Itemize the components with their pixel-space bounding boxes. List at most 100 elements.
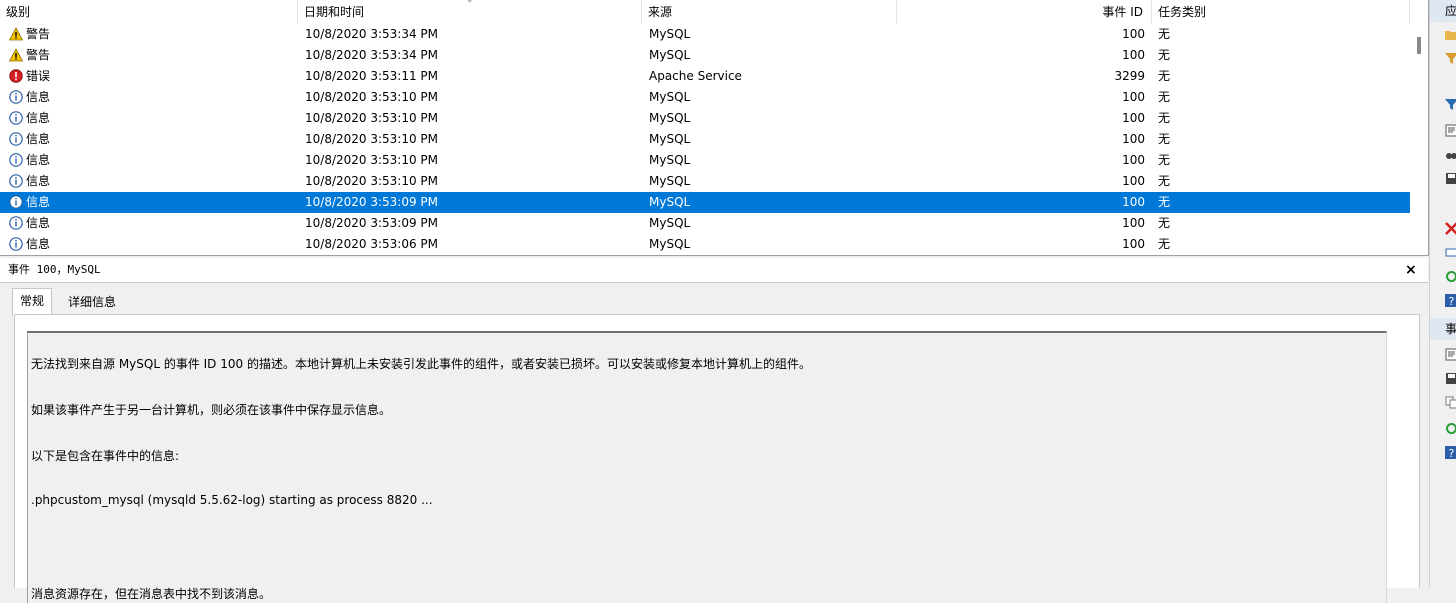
- task-cell: 无: [1158, 216, 1171, 230]
- datetime-cell: 10/8/2020 3:53:10 PM: [305, 90, 439, 104]
- table-row[interactable]: 信息 10/8/2020 3:53:10 PM MySQL 100 无: [0, 150, 1410, 171]
- level-cell: 信息: [9, 234, 289, 255]
- task-cell: 无: [1158, 132, 1171, 146]
- datetime-cell: 10/8/2020 3:53:34 PM: [305, 48, 439, 62]
- source-cell: MySQL: [649, 237, 691, 251]
- task-cell: 无: [1158, 90, 1171, 104]
- level-label: 信息: [26, 90, 51, 104]
- task-cell: 无: [1158, 48, 1171, 62]
- source-cell: MySQL: [649, 132, 691, 146]
- source-cell: MySQL: [649, 195, 691, 209]
- help-icon[interactable]: ?: [1445, 446, 1456, 459]
- datetime-cell: 10/8/2020 3:53:34 PM: [305, 27, 439, 41]
- source-cell: MySQL: [649, 27, 691, 41]
- task-cell: 无: [1158, 153, 1171, 167]
- column-header-source[interactable]: 来源: [642, 0, 897, 24]
- info-icon: [9, 90, 23, 104]
- warning-icon: [9, 48, 23, 62]
- level-cell: 信息: [9, 129, 289, 150]
- task-cell: 无: [1158, 111, 1171, 125]
- actions-pane: 应 ? 事 ?: [1429, 0, 1456, 587]
- actions-section-header: 应: [1430, 0, 1456, 22]
- find-icon[interactable]: [1445, 148, 1456, 161]
- table-row[interactable]: 警告 10/8/2020 3:53:34 PM MySQL 100 无: [0, 45, 1410, 66]
- event-id-cell: 100: [1122, 195, 1145, 209]
- level-cell: 错误: [9, 66, 289, 87]
- general-tab-panel: 无法找到来自源 MySQL 的事件 ID 100 的描述。本地计算机上未安装引发…: [14, 314, 1420, 603]
- refresh-icon[interactable]: [1445, 422, 1456, 435]
- error-icon: [9, 69, 23, 83]
- help-icon[interactable]: ?: [1445, 294, 1456, 307]
- table-row[interactable]: 信息 10/8/2020 3:53:09 PM MySQL 100 无: [0, 192, 1410, 213]
- level-cell: 警告: [9, 24, 289, 45]
- event-id-cell: 100: [1122, 174, 1145, 188]
- event-description-box[interactable]: 无法找到来自源 MySQL 的事件 ID 100 的描述。本地计算机上未安装引发…: [27, 331, 1387, 603]
- delete-icon[interactable]: [1445, 222, 1456, 235]
- level-label: 信息: [26, 174, 51, 188]
- close-icon[interactable]: ×: [1405, 258, 1417, 282]
- table-row[interactable]: 信息 10/8/2020 3:53:09 PM MySQL 100 无: [0, 213, 1410, 234]
- event-id-cell: 100: [1122, 90, 1145, 104]
- level-label: 信息: [26, 195, 51, 209]
- level-cell: 信息: [9, 87, 289, 108]
- event-id-cell: 100: [1122, 111, 1145, 125]
- save-event-icon[interactable]: [1445, 372, 1456, 385]
- event-rows: 警告 10/8/2020 3:53:34 PM MySQL 100 无 警告 10/8/20…: [0, 24, 1410, 255]
- rename-icon[interactable]: [1445, 246, 1456, 259]
- svg-text:?: ?: [1449, 447, 1455, 459]
- table-row[interactable]: 信息 10/8/2020 3:53:10 PM MySQL 100 无: [0, 87, 1410, 108]
- open-folder-icon[interactable]: [1445, 28, 1456, 41]
- task-cell: 无: [1158, 69, 1171, 83]
- datetime-cell: 10/8/2020 3:53:10 PM: [305, 174, 439, 188]
- table-row[interactable]: 信息 10/8/2020 3:53:10 PM MySQL 100 无: [0, 129, 1410, 150]
- event-id-cell: 100: [1122, 153, 1145, 167]
- table-row[interactable]: 信息 10/8/2020 3:53:10 PM MySQL 100 无: [0, 171, 1410, 192]
- column-header-task[interactable]: 任务类别: [1152, 0, 1410, 24]
- info-icon: [9, 174, 23, 188]
- column-header-event-id[interactable]: 事件 ID: [897, 0, 1152, 24]
- vertical-scrollbar[interactable]: [1410, 0, 1428, 255]
- event-id-cell: 100: [1122, 237, 1145, 251]
- level-cell: 信息: [9, 213, 289, 234]
- event-id-cell: 3299: [1114, 69, 1145, 83]
- level-cell: 警告: [9, 45, 289, 66]
- properties-icon[interactable]: [1445, 124, 1456, 137]
- table-row[interactable]: 错误 10/8/2020 3:53:11 PM Apache Service 3299…: [0, 66, 1410, 87]
- table-row[interactable]: 警告 10/8/2020 3:53:34 PM MySQL 100 无: [0, 24, 1410, 45]
- event-properties-icon[interactable]: [1445, 348, 1456, 361]
- event-list-header: 级别 日期和时间 ⌄ 来源 事件 ID 任务类别: [0, 0, 1410, 24]
- source-cell: Apache Service: [649, 69, 742, 83]
- source-cell: MySQL: [649, 48, 691, 62]
- tab-details[interactable]: 详细信息: [61, 290, 123, 314]
- level-cell: 信息: [9, 150, 289, 171]
- column-header-level[interactable]: 级别: [0, 0, 298, 24]
- filter-icon[interactable]: [1445, 98, 1456, 111]
- table-row[interactable]: 信息 10/8/2020 3:53:10 PM MySQL 100 无: [0, 108, 1410, 129]
- datetime-cell: 10/8/2020 3:53:06 PM: [305, 237, 439, 251]
- filter-icon[interactable]: [1445, 52, 1456, 65]
- event-actions-section-header: 事: [1430, 318, 1456, 340]
- scrollbar-thumb[interactable]: [1417, 37, 1421, 54]
- save-icon[interactable]: [1445, 172, 1456, 185]
- tab-general[interactable]: 常规: [12, 288, 53, 316]
- event-detail-titlebar: 事件 100，MySQL ×: [0, 258, 1428, 283]
- level-label: 信息: [26, 153, 51, 167]
- level-cell: 信息: [9, 171, 289, 192]
- level-cell: 信息: [9, 108, 289, 129]
- datetime-cell: 10/8/2020 3:53:10 PM: [305, 132, 439, 146]
- level-label: 警告: [26, 48, 51, 62]
- description-line: 如果该事件产生于另一台计算机，则必须在该事件中保存显示信息。: [31, 403, 392, 417]
- copy-icon[interactable]: [1445, 396, 1456, 409]
- table-row[interactable]: 信息 10/8/2020 3:53:06 PM MySQL 100 无: [0, 234, 1410, 255]
- task-cell: 无: [1158, 174, 1171, 188]
- source-cell: MySQL: [649, 111, 691, 125]
- level-label: 信息: [26, 111, 51, 125]
- info-icon: [9, 111, 23, 125]
- datetime-cell: 10/8/2020 3:53:11 PM: [305, 69, 439, 83]
- refresh-icon[interactable]: [1445, 270, 1456, 283]
- info-icon: [9, 132, 23, 146]
- info-icon: [9, 195, 23, 209]
- event-id-cell: 100: [1122, 216, 1145, 230]
- level-label: 信息: [26, 216, 51, 230]
- source-cell: MySQL: [649, 216, 691, 230]
